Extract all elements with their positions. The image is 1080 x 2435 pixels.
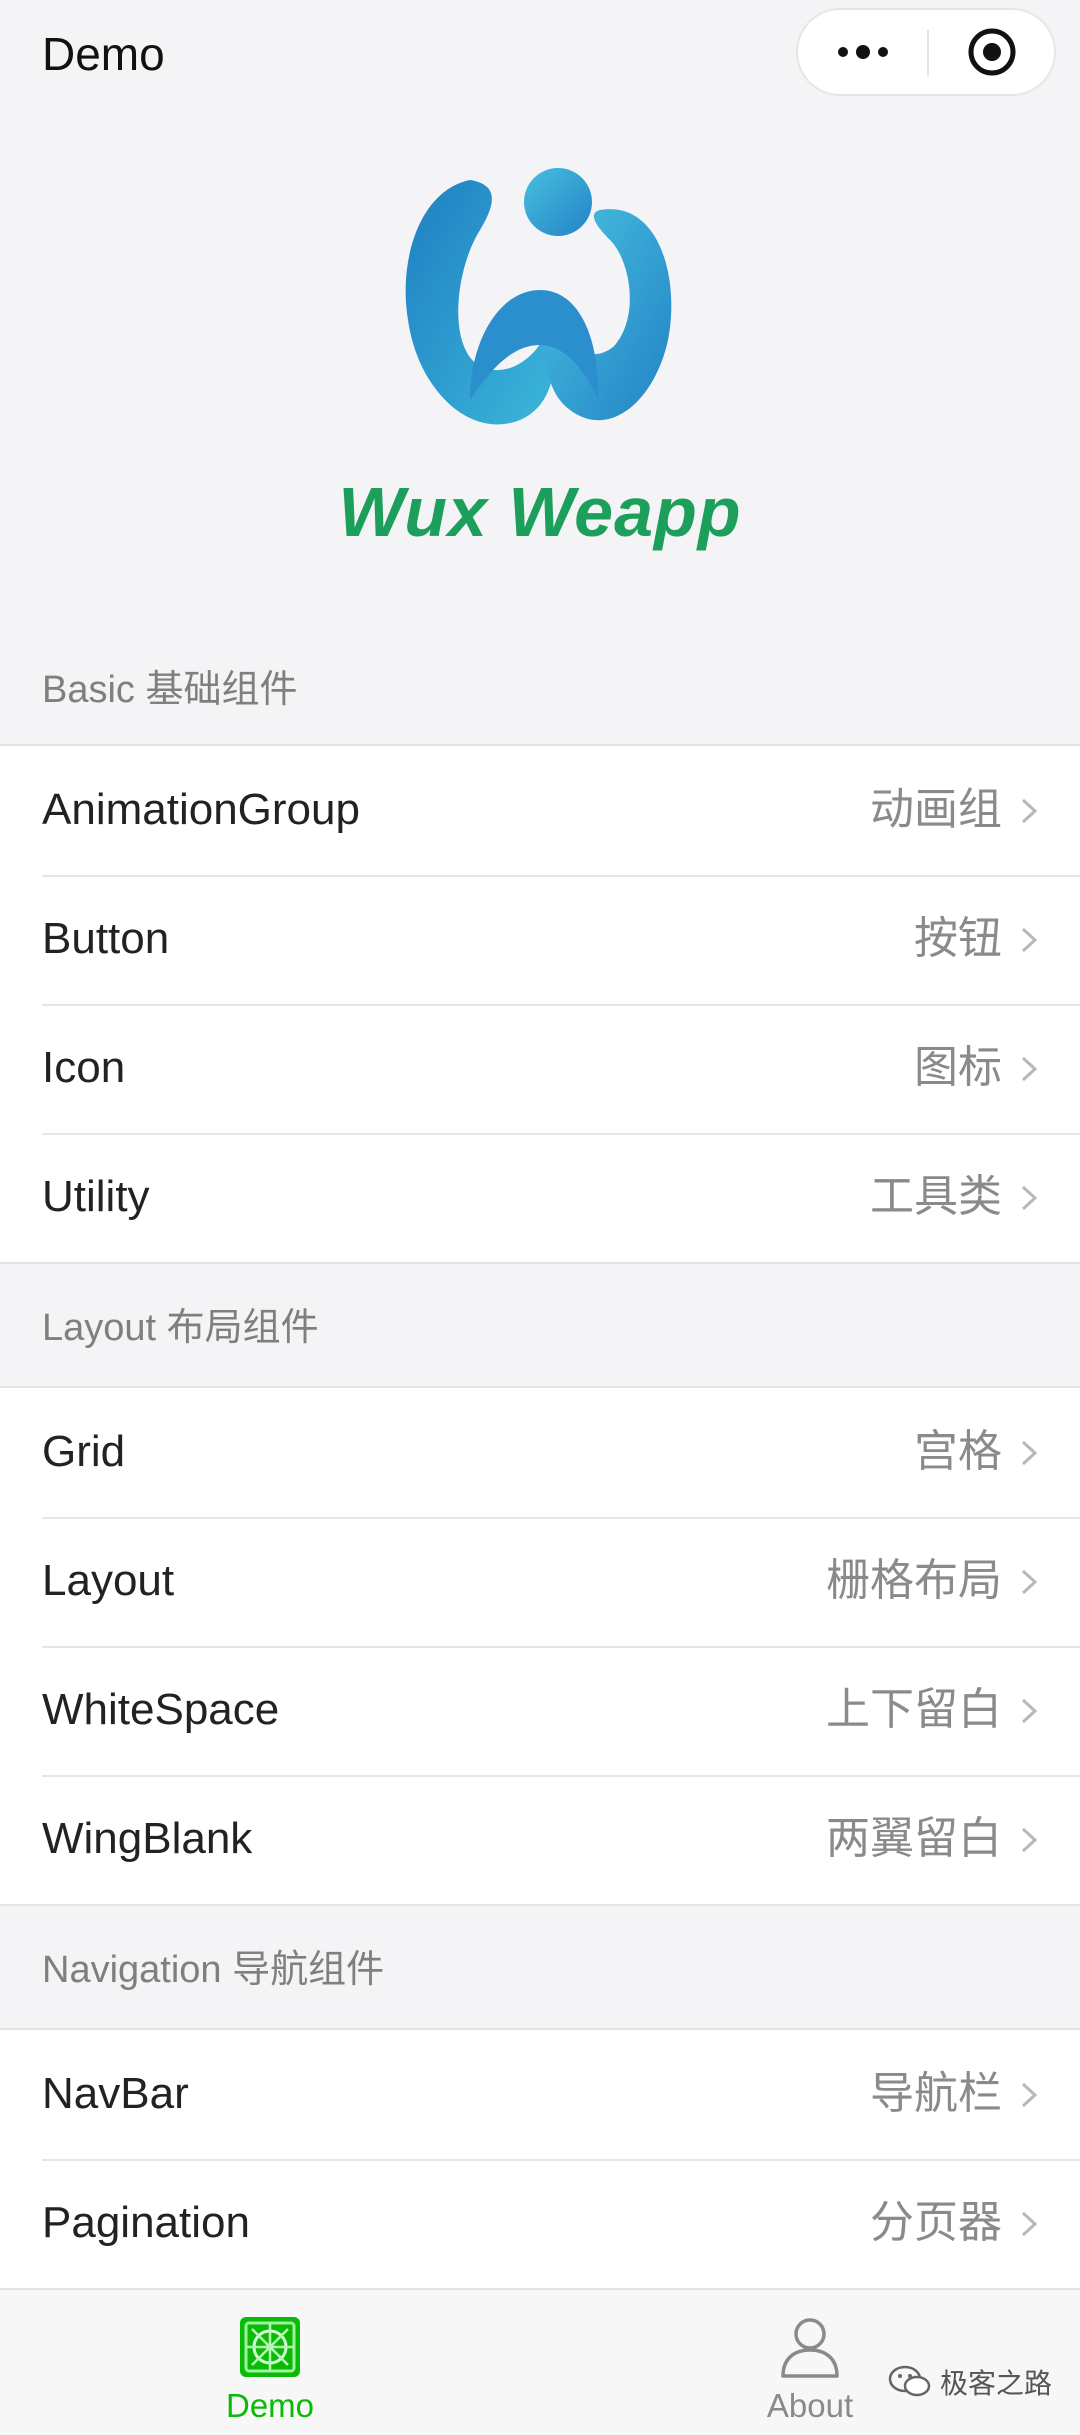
item-desc: 动画组 [870,785,1002,834]
item-desc: 栅格布局 [826,1556,1002,1605]
demo-grid-icon [240,2317,300,2377]
section-header-navigation: Navigation 导航组件 [0,1906,1080,2030]
item-desc: 按钮 [914,914,1002,963]
watermark: 极客之路 [888,2360,1052,2404]
item-label: NavBar [42,2069,189,2118]
list-item-layout[interactable]: Layout 栅格布局 [0,1517,1080,1646]
section-title: Navigation 导航组件 [42,1949,385,1991]
list-basic: AnimationGroup 动画组 Button 按钮 Icon 图标 Uti… [0,744,1080,1264]
item-desc: 上下留白 [826,1685,1002,1734]
list-item-animationgroup[interactable]: AnimationGroup 动画组 [0,746,1080,875]
page-title: Demo [42,28,165,80]
item-label: WingBlank [42,1814,253,1863]
list-item-whitespace[interactable]: WhiteSpace 上下留白 [0,1646,1080,1775]
item-label: Button [42,914,170,963]
list-item-grid[interactable]: Grid 宫格 [0,1388,1080,1517]
section-title: Basic 基础组件 [42,669,298,711]
list-layout: Grid 宫格 Layout 栅格布局 WhiteSpace 上下留白 Wing… [0,1386,1080,1906]
list-item-wingblank[interactable]: WingBlank 两翼留白 [0,1775,1080,1904]
wechat-icon [888,2365,931,2397]
item-label: Utility [42,1172,150,1221]
list-navigation: NavBar 导航栏 Pagination 分页器 [0,2028,1080,2290]
chevron-right-icon [1021,798,1038,824]
more-button[interactable] [798,10,928,94]
chevron-right-icon [1021,2082,1038,2108]
section-header-basic: Basic 基础组件 [0,626,1080,750]
chevron-right-icon [1021,1569,1038,1595]
tab-label: Demo [225,2387,315,2424]
list-item-button[interactable]: Button 按钮 [0,875,1080,1004]
close-button[interactable] [929,10,1054,94]
item-desc: 两翼留白 [826,1814,1002,1863]
mini-program-capsule [796,8,1056,96]
item-desc: 工具类 [870,1172,1002,1221]
chevron-right-icon [1021,1827,1038,1853]
chevron-right-icon [1021,927,1038,953]
item-label: Icon [42,1043,126,1092]
item-label: Pagination [42,2198,250,2247]
list-item-icon[interactable]: Icon 图标 [0,1004,1080,1133]
user-icon [781,2318,839,2378]
target-close-icon [968,28,1015,76]
chevron-right-icon [1021,1440,1038,1466]
top-bar: Demo [0,0,1080,110]
wux-logo-icon [405,168,672,425]
chevron-right-icon [1021,1698,1038,1724]
item-label: AnimationGroup [42,785,360,834]
tab-demo[interactable]: Demo [120,2290,420,2435]
item-desc: 图标 [914,1043,1002,1092]
item-desc: 导航栏 [870,2069,1002,2118]
item-desc: 分页器 [870,2198,1002,2247]
list-item-pagination[interactable]: Pagination 分页器 [0,2159,1080,2288]
watermark-text: 极客之路 [940,2368,1053,2399]
chevron-right-icon [1021,2211,1038,2237]
item-label: Layout [42,1556,175,1605]
item-desc: 宫格 [914,1427,1002,1476]
more-dots-icon [838,45,888,59]
item-label: WhiteSpace [42,1685,280,1734]
item-label: Grid [42,1427,126,1476]
list-item-navbar[interactable]: NavBar 导航栏 [0,2030,1080,2159]
list-item-utility[interactable]: Utility 工具类 [0,1133,1080,1262]
brand-name: Wux Weapp [338,473,742,551]
chevron-right-icon [1021,1185,1038,1211]
section-header-layout: Layout 布局组件 [0,1264,1080,1388]
chevron-right-icon [1021,1056,1038,1082]
section-title: Layout 布局组件 [42,1307,319,1349]
